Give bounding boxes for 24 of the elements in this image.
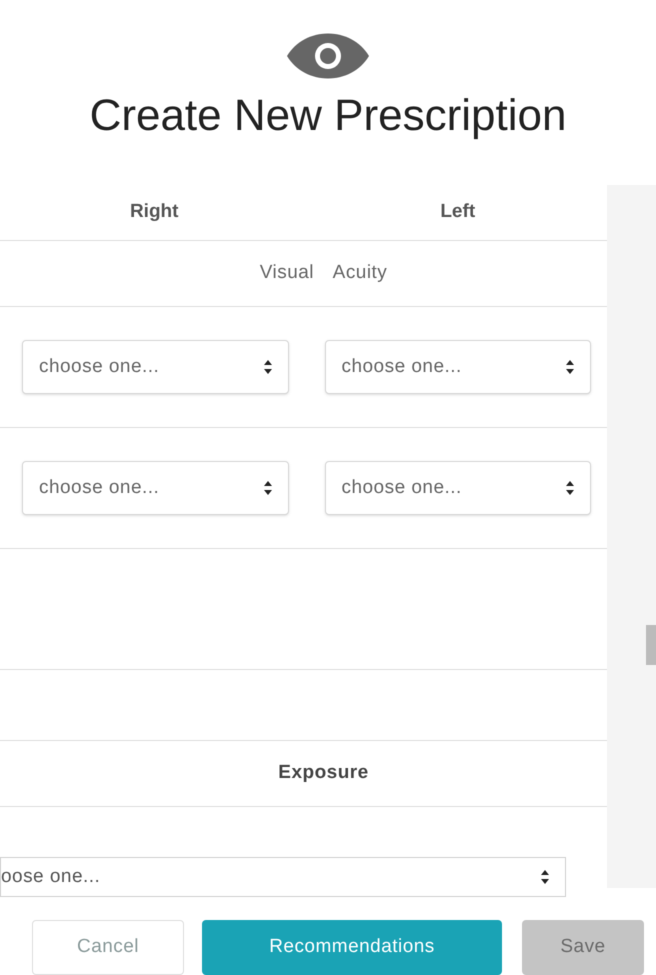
spinner-icon xyxy=(264,480,272,496)
select-placeholder: choose one... xyxy=(342,354,462,379)
select-placeholder: choose one... xyxy=(39,354,160,379)
dialog-button[interactable]: Cancel xyxy=(32,920,184,975)
dropdown-select[interactable]: choose one... xyxy=(22,461,288,515)
section-heading: Exposure xyxy=(278,761,369,786)
dialog-title: Create New Prescription xyxy=(90,90,566,142)
select-placeholder: choose one... xyxy=(342,476,462,500)
spinner-icon xyxy=(566,480,574,496)
dialog-button[interactable]: Recommendations xyxy=(202,920,502,975)
dropdown-select[interactable]: oose one... xyxy=(0,857,566,897)
scrollbar-thumb[interactable] xyxy=(646,625,656,665)
dropdown-select[interactable]: choose one... xyxy=(22,340,288,394)
section-heading: Visual Acuity xyxy=(260,261,388,286)
select-placeholder: oose one... xyxy=(1,864,100,889)
spinner-icon xyxy=(264,359,272,375)
select-placeholder: choose one... xyxy=(39,476,160,500)
spinner-icon xyxy=(566,359,574,375)
dropdown-select[interactable]: choose one... xyxy=(324,340,591,394)
eye-icon xyxy=(285,32,371,80)
spinner-icon xyxy=(541,869,549,885)
column-header: Left xyxy=(440,200,476,224)
column-header: Right xyxy=(130,200,178,224)
dropdown-select[interactable]: choose one... xyxy=(324,461,591,515)
